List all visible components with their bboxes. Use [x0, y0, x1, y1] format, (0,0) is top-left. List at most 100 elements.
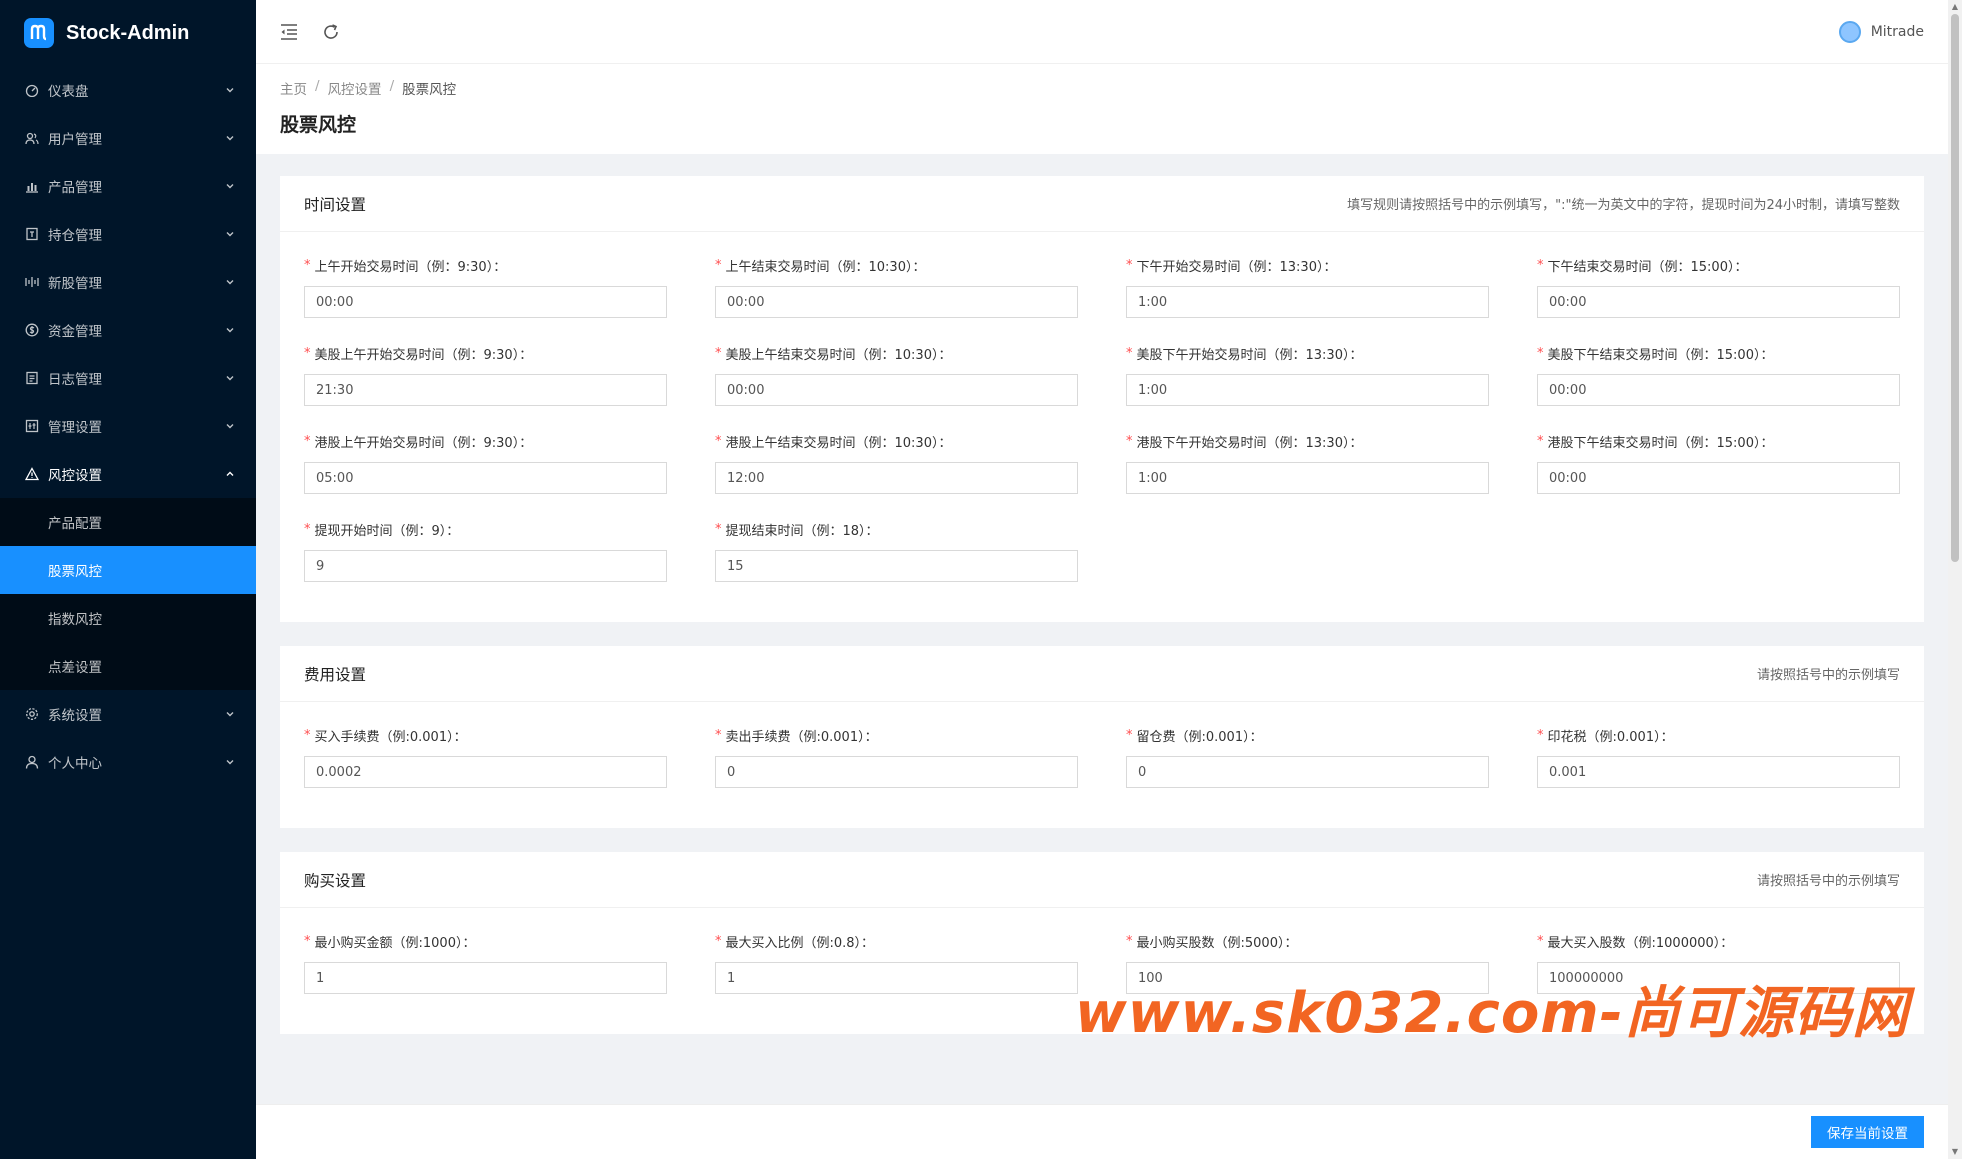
- sidebar-item-system[interactable]: 系统设置: [0, 690, 256, 738]
- am-start-time-input[interactable]: [304, 286, 667, 318]
- field-label: * 提现结束时间（例：18）：: [715, 518, 1078, 540]
- hk-am-start-time-input[interactable]: [304, 462, 667, 494]
- portfolio-icon: [24, 226, 40, 242]
- scroll-down-icon[interactable]: ▼: [1951, 1148, 1959, 1156]
- sidebar-item-profile[interactable]: 个人中心: [0, 738, 256, 786]
- pm-start-time-input[interactable]: [1126, 286, 1489, 318]
- sidebar-item-label: 管理设置: [48, 420, 102, 436]
- field-label-text: 美股上午开始交易时间（例：9:30）：: [314, 347, 533, 363]
- form-field: * 港股下午开始交易时间（例：13:30）：: [1126, 430, 1489, 494]
- us-am-start-time-input[interactable]: [304, 374, 667, 406]
- sidebar-item-positions[interactable]: 持仓管理: [0, 210, 256, 258]
- sidebar-item-users[interactable]: 用户管理: [0, 114, 256, 162]
- user-menu[interactable]: Mitrade: [1838, 20, 1924, 43]
- form-field: * 港股下午结束交易时间（例：15:00）：: [1537, 430, 1900, 494]
- max-buy-ratio-input[interactable]: [715, 962, 1078, 994]
- chevron-down-icon: [224, 228, 236, 240]
- sidebar-item-dashboard[interactable]: 仪表盘: [0, 66, 256, 114]
- sidebar-menu: 仪表盘 用户管理 产品管理 持仓管理 新股管理 资金管理 日志管理 管理设置 风…: [0, 66, 256, 786]
- sidebar-item-products[interactable]: 产品管理: [0, 162, 256, 210]
- sidebar-subitem-index-risk[interactable]: 指数风控: [0, 594, 256, 642]
- new-stock-icon: [24, 274, 40, 290]
- required-mark: *: [715, 257, 722, 273]
- sidebar-subitem-stock-risk[interactable]: 股票风控: [0, 546, 256, 594]
- us-pm-start-time-input[interactable]: [1126, 374, 1489, 406]
- field-label-text: 美股下午结束交易时间（例：15:00）：: [1547, 347, 1774, 363]
- sidebar-item-label: 系统设置: [48, 708, 102, 724]
- required-mark: *: [1126, 433, 1133, 449]
- withdraw-start-time-input[interactable]: [304, 550, 667, 582]
- dashboard-icon: [24, 82, 40, 98]
- scroll-up-icon[interactable]: ▲: [1951, 3, 1959, 11]
- required-mark: *: [1537, 257, 1544, 273]
- min-buy-amount-input[interactable]: [304, 962, 667, 994]
- gear-icon: [24, 706, 40, 722]
- hk-pm-start-time-input[interactable]: [1126, 462, 1489, 494]
- overnight-fee-input[interactable]: [1126, 756, 1489, 788]
- required-mark: *: [304, 521, 311, 537]
- app-logo[interactable]: Stock-Admin: [0, 0, 256, 66]
- us-pm-end-time-input[interactable]: [1537, 374, 1900, 406]
- required-mark: *: [1537, 345, 1544, 361]
- field-label: * 印花税（例:0.001）：: [1537, 724, 1900, 746]
- field-label: * 美股下午结束交易时间（例：15:00）：: [1537, 342, 1900, 364]
- breadcrumb-parent[interactable]: 风控设置: [328, 78, 382, 98]
- save-settings-button[interactable]: 保存当前设置: [1811, 1116, 1924, 1148]
- required-mark: *: [1126, 727, 1133, 743]
- reload-icon[interactable]: [320, 21, 342, 43]
- am-end-time-input[interactable]: [715, 286, 1078, 318]
- hk-pm-end-time-input[interactable]: [1537, 462, 1900, 494]
- pm-end-time-input[interactable]: [1537, 286, 1900, 318]
- field-label: * 上午开始交易时间（例：9:30）：: [304, 254, 667, 276]
- page-scrollbar[interactable]: ▲ ▼: [1948, 0, 1962, 1159]
- sidebar-item-label: 用户管理: [48, 132, 102, 148]
- field-label: * 最大买入比例（例:0.8）：: [715, 930, 1078, 952]
- required-mark: *: [1126, 345, 1133, 361]
- field-label-text: 留仓费（例:0.001）：: [1136, 729, 1263, 745]
- field-label: * 买入手续费（例:0.001）：: [304, 724, 667, 746]
- breadcrumb-separator: /: [315, 78, 320, 94]
- username: Mitrade: [1870, 23, 1924, 40]
- chevron-down-icon: [224, 372, 236, 384]
- sidebar-item-label: 个人中心: [48, 756, 102, 772]
- sidebar-item-label: 资金管理: [48, 324, 102, 340]
- card-title: 时间设置: [304, 195, 367, 214]
- stamp-tax-input[interactable]: [1537, 756, 1900, 788]
- page-header: 主页 / 风控设置 / 股票风控 股票风控: [256, 64, 1948, 154]
- sidebar-item-funds[interactable]: 资金管理: [0, 306, 256, 354]
- card-hint: 请按照括号中的示例填写: [1756, 668, 1900, 683]
- form-grid: *买入手续费（例:0.001）： *卖出手续费（例:0.001）： *留仓费（例…: [304, 724, 1900, 812]
- form-field: * 港股上午结束交易时间（例：10:30）：: [715, 430, 1078, 494]
- sidebar-item-risk-control[interactable]: 风控设置: [0, 450, 256, 498]
- sell-fee-input[interactable]: [715, 756, 1078, 788]
- field-label-text: 最小购买金额（例:1000）：: [314, 935, 476, 951]
- required-mark: *: [1126, 933, 1133, 949]
- withdraw-end-time-input[interactable]: [715, 550, 1078, 582]
- field-label: * 港股下午开始交易时间（例：13:30）：: [1126, 430, 1489, 452]
- menu-fold-icon[interactable]: [278, 21, 300, 43]
- sidebar-subitem-product-config[interactable]: 产品配置: [0, 498, 256, 546]
- chevron-down-icon: [224, 708, 236, 720]
- sidebar-item-new-stocks[interactable]: 新股管理: [0, 258, 256, 306]
- card-header: 时间设置 填写规则请按照括号中的示例填写，":"统一为英文中的字符，提现时间为2…: [280, 176, 1924, 232]
- person-icon: [24, 754, 40, 770]
- us-am-end-time-input[interactable]: [715, 374, 1078, 406]
- field-label-text: 港股上午开始交易时间（例：9:30）：: [314, 435, 533, 451]
- card-header: 费用设置 请按照括号中的示例填写: [280, 646, 1924, 702]
- sidebar-item-logs[interactable]: 日志管理: [0, 354, 256, 402]
- field-label: * 港股下午结束交易时间（例：15:00）：: [1537, 430, 1900, 452]
- buy-fee-input[interactable]: [304, 756, 667, 788]
- scrollbar-thumb[interactable]: [1951, 14, 1959, 562]
- required-mark: *: [304, 257, 311, 273]
- required-mark: *: [304, 433, 311, 449]
- footer-toolbar: 保存当前设置: [256, 1104, 1948, 1159]
- field-label: * 下午结束交易时间（例：15:00）：: [1537, 254, 1900, 276]
- required-mark: *: [715, 433, 722, 449]
- field-label-text: 卖出手续费（例:0.001）：: [725, 729, 878, 745]
- sidebar-subitem-spread-settings[interactable]: 点差设置: [0, 642, 256, 690]
- field-label-text: 港股上午结束交易时间（例：10:30）：: [725, 435, 952, 451]
- hk-am-end-time-input[interactable]: [715, 462, 1078, 494]
- sidebar-item-management[interactable]: 管理设置: [0, 402, 256, 450]
- chevron-down-icon: [224, 132, 236, 144]
- breadcrumb-home[interactable]: 主页: [280, 78, 307, 98]
